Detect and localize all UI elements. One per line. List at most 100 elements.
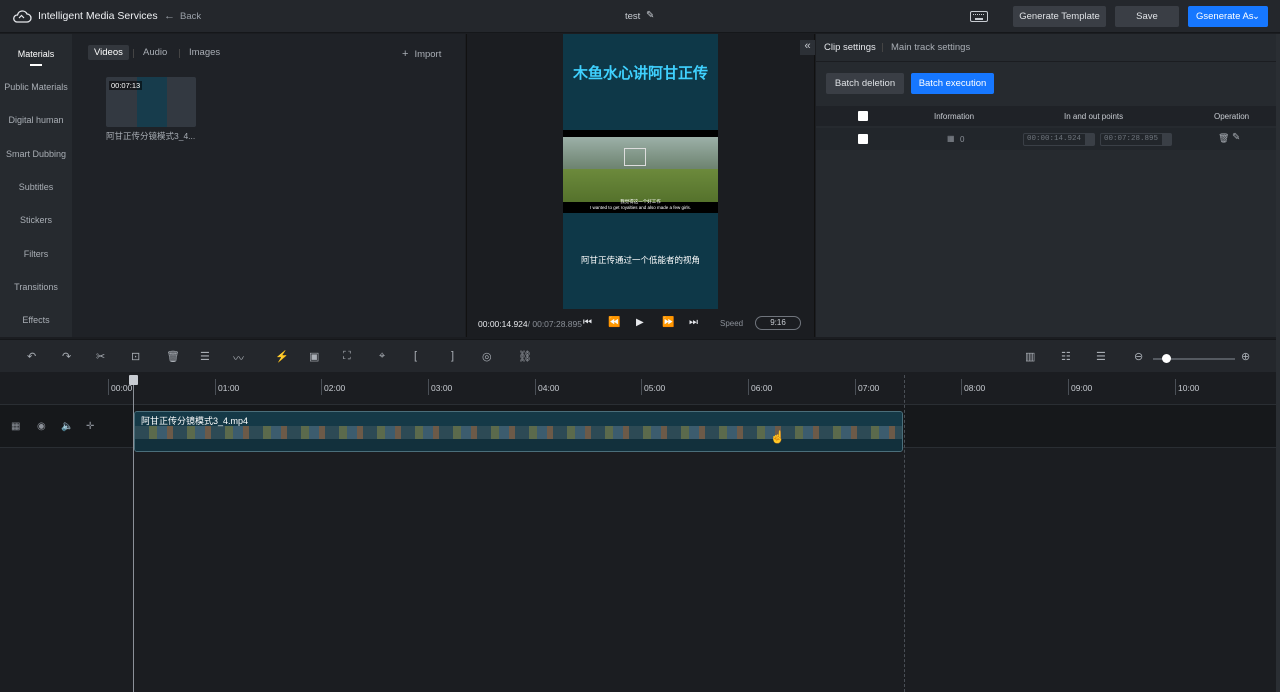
import-label: Import	[414, 49, 442, 60]
crop-icon[interactable]: ⛶	[343, 350, 351, 363]
video-subtitle-en: I wanted to get royalties and also made …	[589, 205, 692, 210]
collapse-double-chevron-icon[interactable]: «	[800, 40, 815, 55]
zoom-in-icon[interactable]: ⊕	[1241, 350, 1250, 363]
row-checkbox[interactable]	[858, 134, 868, 144]
audio-wave-icon[interactable]: 〰	[233, 350, 244, 366]
nav-subtitles[interactable]: Subtitles	[0, 182, 72, 192]
tick-line	[641, 379, 642, 395]
fast-forward-icon[interactable]: ⏩	[662, 317, 674, 328]
zoom-out-icon[interactable]: ⊖	[1134, 350, 1143, 363]
scissors-icon[interactable]: ✂	[96, 350, 105, 363]
volume-icon[interactable]: 🔈	[61, 421, 73, 432]
generate-as-button[interactable]: Gsenerate As ⌄	[1188, 6, 1268, 27]
aspect-ratio-selector[interactable]: 9:16	[755, 316, 801, 330]
ai-icon[interactable]: ⚡	[275, 350, 289, 363]
tick-line	[1068, 379, 1069, 395]
skip-start-icon[interactable]: ⏮	[583, 317, 592, 328]
rewind-icon[interactable]: ⏪	[608, 317, 620, 328]
clip-footer	[135, 439, 902, 451]
video-clip[interactable]: 阿甘正传分镜模式3_4.mp4	[134, 411, 903, 452]
layout-icon[interactable]: ▥	[1025, 350, 1035, 363]
edit-pencil-icon[interactable]: ✎	[646, 10, 654, 21]
clip-header	[135, 412, 902, 426]
top-bar: Intelligent Media Services ← Back test ✎ …	[0, 0, 1280, 33]
timeline-ruler[interactable]: 00:00 01:00 02:00 03:00 04:00 05:00 06:0…	[0, 373, 1280, 399]
playhead-handle[interactable]	[129, 375, 138, 385]
nav-filters[interactable]: Filters	[0, 249, 72, 259]
move-icon[interactable]: ✛	[86, 421, 94, 432]
edit-pencil-icon[interactable]: ✎	[1232, 132, 1240, 143]
in-point-input[interactable]: 00:00:14.924	[1023, 133, 1095, 146]
video-thumbnail[interactable]: 00:07:13	[106, 77, 196, 127]
tab-images[interactable]: Images	[189, 47, 220, 58]
info-value: 0	[960, 135, 965, 144]
back-link[interactable]: ← Back	[164, 10, 201, 22]
tab-clip-settings[interactable]: Clip settings	[824, 42, 876, 53]
tick-line	[215, 379, 216, 395]
left-nav: Materials Public Materials Digital human…	[0, 34, 72, 337]
frame-icon[interactable]: ▣	[309, 350, 319, 363]
spinner-icon[interactable]	[1085, 134, 1094, 145]
link-icon[interactable]: ⛓	[518, 350, 532, 363]
right-scrollbar[interactable]	[1276, 34, 1280, 692]
nav-smart-dubbing[interactable]: Smart Dubbing	[0, 149, 72, 159]
batch-execution-button[interactable]: Batch execution	[911, 73, 994, 94]
tick-line	[855, 379, 856, 395]
table-header: Information In and out points Operation	[816, 106, 1280, 126]
preview-caption: 阿甘正传通过一个低能者的视角	[580, 255, 700, 265]
tick-line	[428, 379, 429, 395]
batch-deletion-button[interactable]: Batch deletion	[826, 73, 904, 94]
undo-icon[interactable]: ↶	[27, 350, 36, 363]
generate-template-button[interactable]: Generate Template	[1013, 6, 1106, 27]
preview-canvas[interactable]: 木鱼水心讲阿甘正传 我觉得这一个好工作 I wanted to get royal…	[563, 34, 718, 309]
video-duration: 00:07:13	[109, 81, 143, 90]
subtitle-track-icon[interactable]: ☰	[1096, 350, 1106, 363]
tab-videos[interactable]: Videos	[88, 45, 129, 60]
tick-label: 03:00	[431, 383, 453, 393]
bracket-right-icon[interactable]: ]	[451, 350, 454, 362]
playback-controls: 00:00:14.924/ 00:07:28.895 ⏮ ⏪ ▶ ⏩ ⏭ Spe…	[467, 314, 816, 334]
redo-icon[interactable]: ↷	[62, 350, 71, 363]
keyboard-icon[interactable]	[970, 11, 988, 22]
chevron-down-icon: ⌄	[1252, 11, 1260, 22]
zoom-slider-handle[interactable]	[1162, 354, 1171, 363]
tick-label: 07:00	[858, 383, 880, 393]
tab-audio[interactable]: Audio	[143, 47, 167, 58]
column-information: Information	[934, 112, 975, 121]
tab-main-track-settings[interactable]: Main track settings	[891, 42, 970, 53]
save-button[interactable]: Save	[1115, 6, 1179, 27]
current-time: 00:00:14.924	[478, 319, 528, 329]
plus-icon: +	[402, 48, 409, 60]
nav-public-materials[interactable]: Public Materials	[0, 82, 72, 92]
eye-icon[interactable]: ◉	[37, 421, 46, 432]
select-all-checkbox[interactable]	[858, 111, 868, 121]
spinner-icon[interactable]	[1162, 134, 1171, 145]
video-track: ▦ ◉ 🔈 ✛ 阿甘正传分镜模式3_4.mp4	[0, 404, 1280, 452]
skip-end-icon[interactable]: ⏭	[689, 317, 698, 328]
play-icon[interactable]: ▶	[636, 317, 644, 328]
trim-icon[interactable]: ⊡	[131, 350, 140, 363]
track-thumbnail-icon: ▦	[11, 421, 21, 432]
nav-effects[interactable]: Effects	[0, 315, 72, 325]
out-point-input[interactable]: 00:07:28.895	[1100, 133, 1172, 146]
nav-materials[interactable]: Materials	[0, 49, 72, 66]
nav-transitions[interactable]: Transitions	[0, 282, 72, 292]
app-title: Intelligent Media Services	[38, 10, 158, 22]
track-settings-icon[interactable]: ☷	[1061, 350, 1071, 363]
tick-line	[748, 379, 749, 395]
nav-stickers[interactable]: Stickers	[0, 215, 72, 225]
speed-icon[interactable]: ◎	[482, 350, 492, 363]
bracket-left-icon[interactable]: [	[414, 350, 417, 362]
marker-icon[interactable]: ⌖	[379, 350, 385, 363]
tick-label: 10:00	[1178, 383, 1200, 393]
tick-line	[961, 379, 962, 395]
delete-icon[interactable]: 🗑	[166, 350, 180, 363]
speed-label[interactable]: Speed	[720, 319, 743, 328]
nav-digital-human[interactable]: Digital human	[0, 115, 72, 125]
import-button[interactable]: + Import	[402, 48, 441, 60]
text-list-icon[interactable]: ☰	[200, 350, 210, 363]
materials-panel: Videos Audio Images + Import 00:07:13 阿甘正…	[72, 34, 465, 337]
playhead-line[interactable]	[133, 376, 134, 692]
trash-icon[interactable]: 🗑	[1218, 133, 1229, 144]
in-point-value: 00:00:14.924	[1027, 135, 1082, 143]
